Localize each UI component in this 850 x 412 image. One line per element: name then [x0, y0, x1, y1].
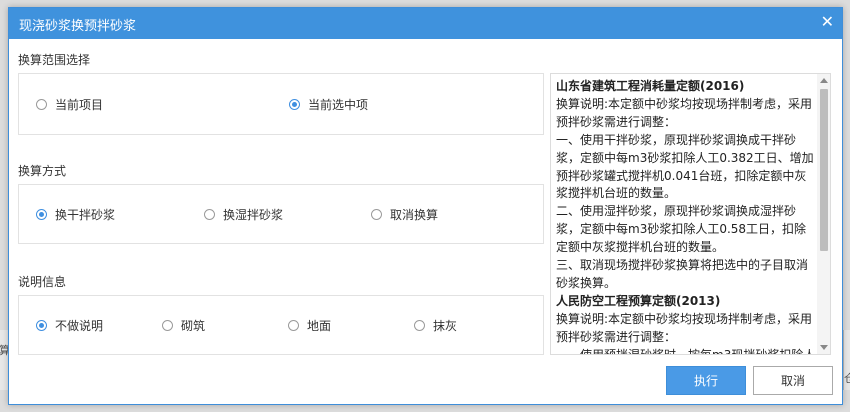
- cancel-button[interactable]: 取消: [753, 366, 833, 395]
- method-option-wet-mix[interactable]: 换湿拌砂浆: [204, 185, 283, 243]
- method-section-label: 换算方式: [18, 164, 67, 178]
- radio-button[interactable]: [371, 208, 382, 220]
- info-paragraph: 换算说明:本定额中砂浆均按现场拌制考虑，采用预拌砂浆需进行调整：: [556, 311, 813, 344]
- scroll-thumb[interactable]: [820, 89, 828, 251]
- background-window-fragment-right: 仓: [843, 330, 850, 390]
- scope-option-group: 当前项目 当前选中项: [18, 73, 544, 135]
- note-section-label: 说明信息: [18, 275, 67, 289]
- background-text-right: 仓: [844, 372, 850, 385]
- radio-label: 地面: [307, 318, 332, 333]
- method-option-group: 换干拌砂浆 换湿拌砂浆 取消换算: [18, 184, 544, 244]
- info-paragraph: 三、取消现场搅拌砂浆换算将把选中的子目取消砂浆换算。: [556, 258, 809, 290]
- radio-label: 换干拌砂浆: [55, 207, 116, 222]
- note-option-plaster[interactable]: 抹灰: [414, 296, 457, 354]
- radio-button-selected[interactable]: [289, 98, 300, 110]
- mortar-conversion-dialog: 现浇砂浆换预拌砂浆 ✕ 换算范围选择 当前项目 当前选中项 换算方式 换干拌砂浆…: [8, 7, 843, 405]
- note-option-floor[interactable]: 地面: [288, 296, 331, 354]
- radio-button[interactable]: [162, 319, 173, 331]
- radio-button-selected[interactable]: [36, 319, 47, 331]
- info-paragraph: 一、使用干拌砂浆，原现拌砂浆调换成干拌砂浆，定额中每m3砂浆扣除人工0.382工…: [556, 132, 814, 201]
- dialog-title: 现浇砂浆换预拌砂浆: [19, 19, 137, 34]
- method-option-dry-mix[interactable]: 换干拌砂浆: [36, 185, 115, 243]
- scope-option-current-selection[interactable]: 当前选中项: [289, 74, 368, 134]
- radio-label: 不做说明: [55, 318, 104, 333]
- close-icon[interactable]: ✕: [821, 13, 834, 31]
- info-text: 山东省建筑工程消耗量定额(2016) 换算说明:本定额中砂浆均按现场拌制考虑，采…: [556, 78, 816, 355]
- info-scrollbar[interactable]: [817, 74, 830, 354]
- radio-button[interactable]: [204, 208, 215, 220]
- radio-label: 当前选中项: [308, 97, 369, 112]
- note-option-masonry[interactable]: 砌筑: [162, 296, 205, 354]
- scope-section-label: 换算范围选择: [18, 53, 91, 67]
- radio-label: 抹灰: [433, 318, 458, 333]
- radio-button[interactable]: [288, 319, 299, 331]
- radio-label: 砌筑: [181, 318, 206, 333]
- execute-button[interactable]: 执行: [666, 366, 746, 395]
- note-option-no-note[interactable]: 不做说明: [36, 296, 103, 354]
- info-heading: 山东省建筑工程消耗量定额(2016): [556, 79, 745, 93]
- radio-label: 取消换算: [390, 207, 439, 222]
- scroll-up-arrow-icon[interactable]: [820, 78, 828, 83]
- radio-button-selected[interactable]: [36, 208, 47, 220]
- scroll-down-arrow-icon[interactable]: [820, 345, 828, 350]
- info-paragraph: 换算说明:本定额中砂浆均按现场拌制考虑，采用预拌砂浆需进行调整：: [556, 96, 813, 129]
- conversion-info-panel[interactable]: 山东省建筑工程消耗量定额(2016) 换算说明:本定额中砂浆均按现场拌制考虑，采…: [550, 73, 831, 355]
- note-option-group: 不做说明 砌筑 地面 抹灰: [18, 295, 544, 355]
- info-heading: 人民防空工程预算定额(2013): [556, 293, 721, 308]
- radio-label: 当前项目: [55, 97, 104, 112]
- info-paragraph: 二、使用湿拌砂浆，原现拌砂浆调换成湿拌砂浆，定额中每m3砂浆扣除人工0.58工日…: [556, 204, 807, 255]
- radio-button[interactable]: [36, 98, 47, 110]
- radio-button[interactable]: [414, 319, 425, 331]
- method-option-cancel[interactable]: 取消换算: [371, 185, 438, 243]
- scope-option-current-project[interactable]: 当前项目: [36, 74, 103, 134]
- info-paragraph: 一、使用预拌湿砂浆时，按每m3现拌砂浆扣除人工0.5工日，扣除定额中灰浆搅拌机台…: [556, 347, 816, 355]
- dialog-titlebar: 现浇砂浆换预拌砂浆 ✕: [9, 8, 842, 39]
- radio-label: 换湿拌砂浆: [223, 207, 284, 222]
